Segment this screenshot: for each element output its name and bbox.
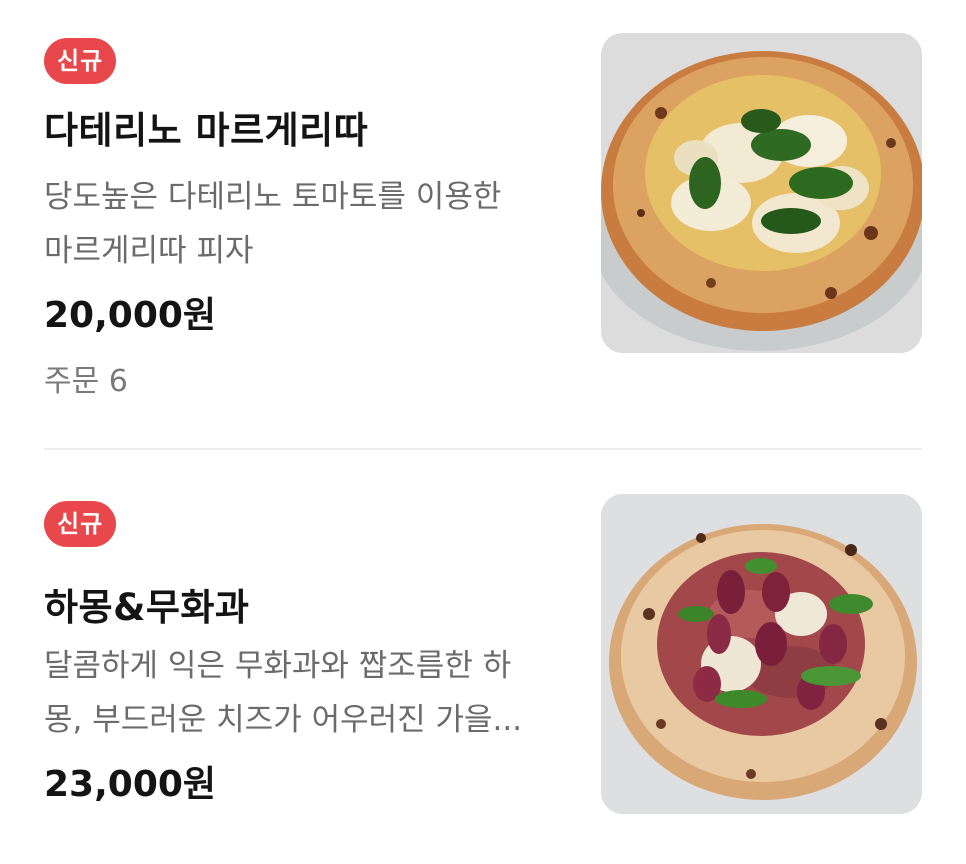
order-count: 주문 6	[44, 364, 128, 399]
menu-item-title: 다테리노 마르게리따	[44, 109, 369, 152]
description-line: 달콤하게 익은 무화과와 짭조름한 하	[44, 648, 512, 684]
margherita-pizza-image	[601, 33, 922, 353]
description-line: 당도높은 다테리노 토마토를 이용한	[44, 179, 502, 215]
new-badge: 신규	[44, 501, 117, 547]
new-badge: 신규	[44, 38, 117, 84]
menu-item-title: 하몽&무화과	[44, 586, 250, 629]
description-line: 마르게리따 피자	[44, 233, 254, 269]
prosciutto-fig-pizza-image	[601, 494, 922, 814]
menu-item-dattarino-margherita[interactable]: 신규 다테리노 마르게리따 당도높은 다테리노 토마토를 이용한 마르게리따 피…	[0, 0, 966, 448]
menu-item-description: 달콤하게 익은 무화과와 짭조름한 하 몽, 부드러운 치즈가 어우러진 가을.…	[44, 639, 564, 747]
description-line: 몽, 부드러운 치즈가 어우러진 가을...	[44, 702, 523, 738]
menu-list: 신규 다테리노 마르게리따 당도높은 다테리노 토마토를 이용한 마르게리따 피…	[0, 0, 966, 864]
menu-item-price: 20,000원	[44, 295, 217, 336]
menu-item-prosciutto-fig[interactable]: 신규 하몽&무화과 달콤하게 익은 무화과와 짭조름한 하 몽, 부드러운 치즈…	[0, 449, 966, 864]
menu-item-price: 23,000원	[44, 764, 217, 805]
margherita-pizza-photo[interactable]	[601, 33, 922, 353]
prosciutto-fig-pizza-photo[interactable]	[601, 494, 922, 814]
menu-item-description: 당도높은 다테리노 토마토를 이용한 마르게리따 피자	[44, 170, 564, 278]
